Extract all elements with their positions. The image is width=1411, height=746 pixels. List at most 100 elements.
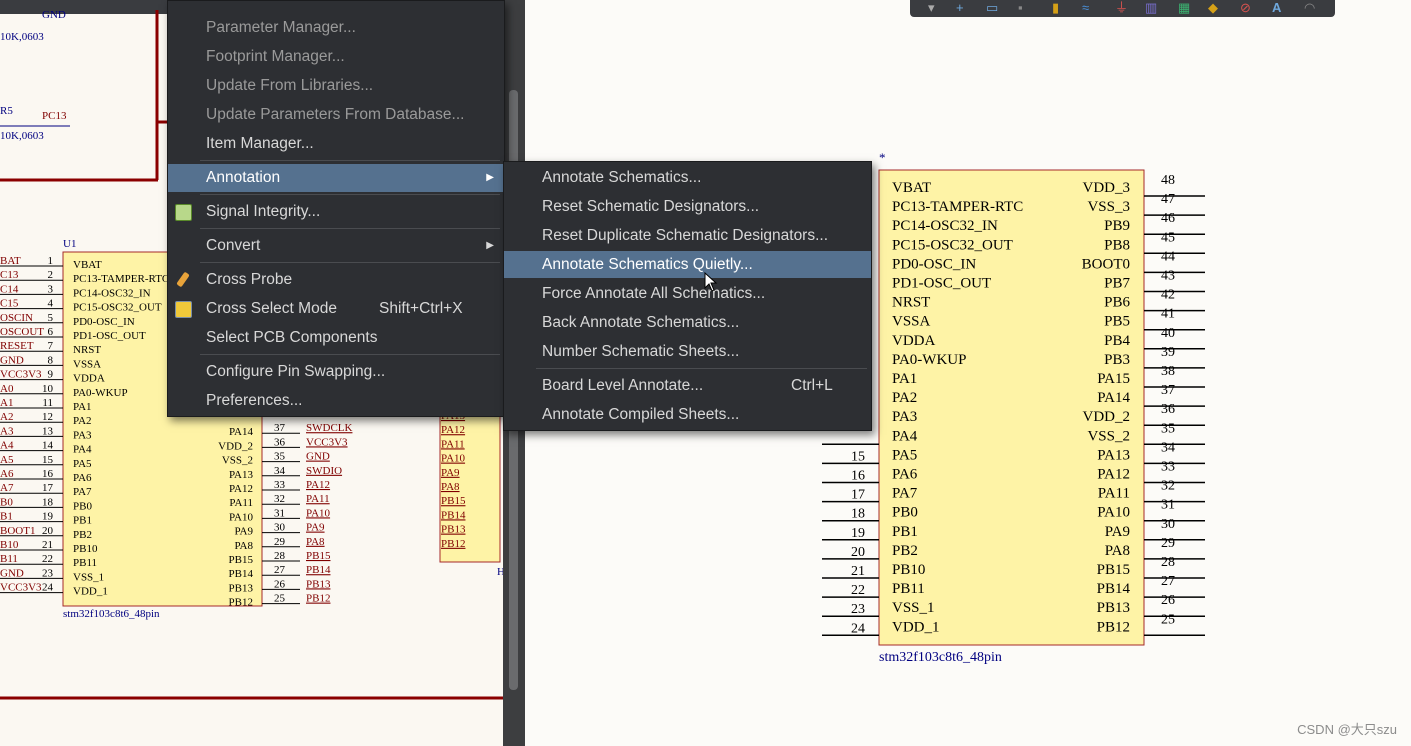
pin-name: PD0-OSC_IN	[892, 256, 976, 272]
pin-name: PA1	[892, 371, 917, 387]
pin-number: 35	[274, 451, 286, 463]
pin-name: VSS_2	[222, 455, 253, 467]
pin-name: VDDA	[73, 373, 105, 385]
menu-item-convert[interactable]: Convert ▶	[168, 232, 504, 259]
pin-number: 18	[42, 496, 54, 508]
pin-name: PA2	[892, 390, 917, 406]
net-label: PB15	[441, 495, 466, 507]
pin-number: 22	[851, 583, 865, 598]
pin-number: 22	[42, 553, 53, 565]
menu-item-annotation[interactable]: Annotation ▶	[168, 164, 504, 192]
menu-separator	[200, 228, 500, 229]
net-label: PA11	[306, 493, 330, 505]
pin-name: PA14	[229, 426, 254, 438]
pin-name: PC14-OSC32_IN	[73, 287, 151, 299]
submenu-item-number-sheets[interactable]: Number Schematic Sheets...	[504, 338, 871, 365]
pin-number: 20	[42, 525, 54, 537]
menu-item-cross-probe[interactable]: Cross Probe	[168, 266, 504, 293]
pin-name: PB2	[73, 529, 92, 541]
tools-context-menu[interactable]: Parameter Manager... Footprint Manager..…	[167, 0, 505, 417]
pin-number: 14	[42, 440, 54, 452]
pin-number: 24	[42, 582, 54, 594]
annotation-submenu[interactable]: Annotate Schematics... Reset Schematic D…	[503, 161, 872, 431]
pin-number: 17	[42, 482, 54, 494]
pin-name: PB12	[1097, 619, 1130, 635]
net-label: PB14	[306, 564, 331, 576]
pin-name: PB0	[73, 500, 92, 512]
pin-name: PA6	[73, 472, 92, 484]
pin-name: PA12	[1097, 467, 1130, 483]
pin-number: 47	[1161, 192, 1175, 207]
net-label: VCC3V3	[0, 582, 42, 594]
submenu-item-reset-schematic-designators[interactable]: Reset Schematic Designators...	[504, 193, 871, 220]
pin-number: 5	[48, 312, 54, 324]
net-label: OSCOUT	[0, 326, 44, 338]
pin-number: 40	[1161, 326, 1175, 341]
resistor-designator: R5	[0, 105, 13, 117]
net-label: B11	[0, 553, 18, 565]
submenu-item-force-annotate-all[interactable]: Force Annotate All Schematics...	[504, 280, 871, 307]
pin-number: 30	[1161, 517, 1175, 532]
pin-name: PC13-TAMPER-RTC	[73, 273, 169, 285]
submenu-item-board-level-annotate[interactable]: Board Level Annotate... Ctrl+L	[504, 372, 871, 399]
menu-item-configure-pin-swapping[interactable]: Configure Pin Swapping...	[168, 358, 504, 385]
pin-name: PB5	[1104, 314, 1130, 330]
pin-number: 46	[1161, 211, 1175, 226]
pin-number: 15	[42, 454, 54, 466]
net-label: PA9	[306, 522, 325, 534]
menu-separator	[200, 160, 500, 161]
pin-number: 19	[42, 511, 54, 523]
menu-item-parameter-manager[interactable]: Parameter Manager...	[168, 14, 504, 41]
net-label: A7	[0, 482, 14, 494]
submenu-item-annotate-compiled-sheets[interactable]: Annotate Compiled Sheets...	[504, 401, 871, 428]
pin-name: PB13	[229, 582, 254, 594]
pin-number: 1	[48, 255, 54, 267]
menu-item-update-from-libraries[interactable]: Update From Libraries...	[168, 72, 504, 99]
pin-number: 48	[1161, 173, 1175, 188]
pin-name: PB10	[892, 562, 925, 578]
pin-name: VSSA	[892, 314, 931, 330]
submenu-item-reset-duplicate-designators[interactable]: Reset Duplicate Schematic Designators...	[504, 222, 871, 249]
menu-item-preferences[interactable]: Preferences...	[168, 387, 504, 414]
menu-item-footprint-manager[interactable]: Footprint Manager...	[168, 43, 504, 70]
pin-number: 34	[1161, 440, 1175, 455]
menu-item-cross-select-mode[interactable]: Cross Select Mode Shift+Ctrl+X	[168, 295, 504, 322]
menu-item-signal-integrity[interactable]: Signal Integrity...	[168, 198, 504, 225]
pin-name: VDD_2	[218, 440, 253, 452]
submenu-item-annotate-schematics-quietly[interactable]: Annotate Schematics Quietly...	[504, 251, 871, 278]
pin-number: 45	[1161, 230, 1175, 245]
pin-name: PB13	[1097, 600, 1130, 616]
pin-name: PA15	[1097, 371, 1130, 387]
pin-name: PB6	[1104, 295, 1130, 311]
pin-name: PD1-OSC_OUT	[892, 276, 991, 292]
menu-item-item-manager[interactable]: Item Manager...	[168, 130, 504, 157]
submenu-item-annotate-schematics[interactable]: Annotate Schematics...	[504, 164, 871, 191]
chip-designator: U1	[63, 238, 76, 250]
pin-name: PA1	[73, 401, 92, 413]
pin-number: 6	[48, 326, 54, 338]
net-label: RESET	[0, 340, 34, 352]
pin-number: 30	[274, 522, 286, 534]
menu-item-update-parameters-from-database[interactable]: Update Parameters From Database...	[168, 101, 504, 128]
pin-number: 41	[1161, 307, 1175, 322]
pin-number: 23	[42, 567, 54, 579]
pin-name: PA12	[229, 483, 253, 495]
pin-name: NRST	[73, 344, 101, 356]
submenu-item-back-annotate[interactable]: Back Annotate Schematics...	[504, 309, 871, 336]
pin-name: PA6	[892, 467, 918, 483]
pin-number: 36	[274, 436, 286, 448]
pin-name: PB4	[1104, 333, 1130, 349]
pin-name: PA0-WKUP	[892, 352, 966, 368]
pin-name: PA11	[229, 497, 253, 509]
pin-name: PB8	[1104, 237, 1130, 253]
net-label: A1	[0, 397, 13, 409]
pin-name: PA2	[73, 415, 92, 427]
menu-separator	[536, 368, 867, 369]
pin-name: VDDA	[892, 333, 935, 349]
pin-name: PA5	[73, 458, 92, 470]
menu-item-select-pcb-components[interactable]: Select PCB Components	[168, 324, 504, 351]
pin-number: 16	[42, 468, 54, 480]
submenu-arrow-icon: ▶	[486, 172, 494, 183]
pin-name: PD0-OSC_IN	[73, 316, 135, 328]
pin-number: 23	[851, 602, 865, 617]
